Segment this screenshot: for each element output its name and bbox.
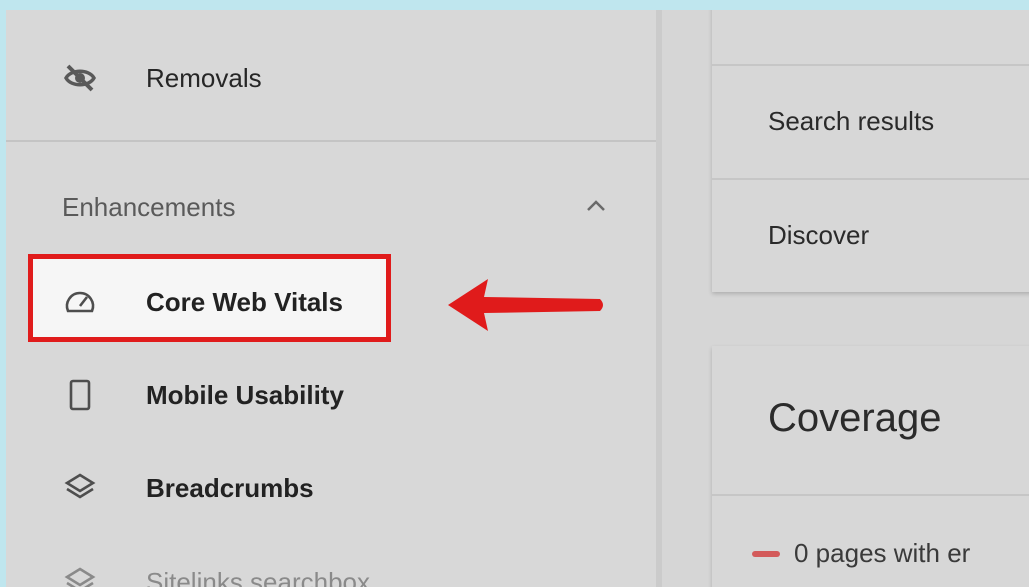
sidebar-item-label: Mobile Usability — [146, 379, 344, 410]
sidebar-border — [656, 10, 662, 587]
coverage-title: Coverage — [768, 396, 942, 440]
card-row-search-results[interactable]: Search results — [712, 66, 1029, 180]
sidebar-item-breadcrumbs[interactable]: Breadcrumbs — [6, 458, 656, 518]
layers-icon — [62, 470, 98, 506]
gauge-icon — [62, 284, 98, 320]
sidebar-item-sitelinks-searchbox[interactable]: Sitelinks searchbox — [6, 552, 656, 587]
sidebar-item-label: Breadcrumbs — [146, 472, 314, 503]
sidebar-item-mobile-usability[interactable]: Mobile Usability — [6, 365, 656, 425]
sidebar: Removals Enhancements Core Web Vitals Mo… — [6, 10, 656, 587]
card-row-label: Discover — [768, 220, 870, 250]
arrow-left-icon — [446, 275, 606, 335]
card-row-top — [712, 10, 1029, 66]
legend-text: 0 pages with er — [794, 538, 971, 568]
sidebar-item-core-web-vitals[interactable]: Core Web Vitals — [6, 272, 386, 332]
screen-frame: Removals Enhancements Core Web Vitals Mo… — [6, 10, 1029, 587]
sidebar-item-label: Core Web Vitals — [146, 286, 343, 317]
coverage-card: Coverage 0 pages with er — [712, 346, 1029, 587]
sidebar-item-label: Removals — [146, 62, 262, 93]
section-title-enhancements: Enhancements — [62, 192, 236, 222]
section-divider — [6, 140, 656, 142]
legend-swatch-error — [752, 551, 780, 557]
sidebar-item-removals[interactable]: Removals — [6, 48, 656, 108]
sidebar-item-label: Sitelinks searchbox — [146, 566, 370, 587]
chevron-up-icon[interactable] — [584, 196, 608, 216]
coverage-divider — [712, 494, 1029, 496]
card-row-discover[interactable]: Discover — [712, 180, 1029, 292]
performance-card: Search results Discover — [712, 10, 1029, 292]
phone-icon — [62, 377, 98, 413]
card-row-label: Search results — [768, 106, 935, 136]
eye-off-icon — [62, 60, 98, 96]
layers-icon — [62, 564, 98, 587]
